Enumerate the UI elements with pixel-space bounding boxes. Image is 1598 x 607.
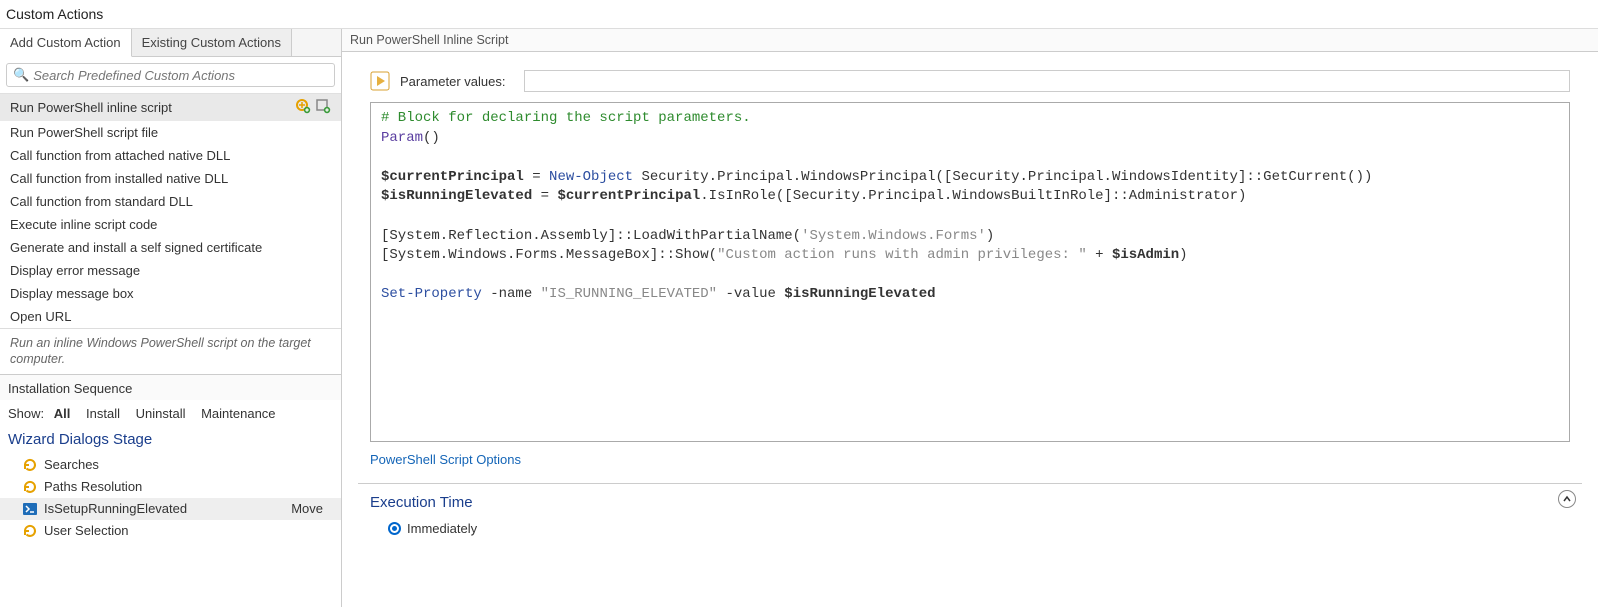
sequence-tree: Searches Paths Resolution IsSetupRunning… — [0, 454, 341, 546]
left-panel: Add Custom Action Existing Custom Action… — [0, 29, 342, 607]
list-item-label: Execute inline script code — [10, 217, 157, 232]
list-item[interactable]: Run PowerShell inline script — [0, 94, 341, 121]
tab-add-custom-action[interactable]: Add Custom Action — [0, 29, 132, 57]
filter-all[interactable]: All — [54, 406, 71, 421]
add-sequence-icon[interactable] — [295, 98, 311, 117]
list-item[interactable]: Run PowerShell script file — [0, 121, 341, 144]
action-list[interactable]: Run PowerShell inline script Run PowerSh… — [0, 93, 341, 328]
code-text: = — [532, 188, 557, 204]
code-var: $currentPrincipal — [381, 169, 524, 185]
search-input[interactable] — [33, 68, 328, 83]
code-text: [System.Reflection.Assembly]::LoadWithPa… — [381, 228, 801, 244]
parameter-values-label: Parameter values: — [400, 74, 506, 89]
list-item[interactable]: Execute inline script code — [0, 213, 341, 236]
code-var: $currentPrincipal — [557, 188, 700, 204]
tab-existing-custom-actions[interactable]: Existing Custom Actions — [132, 29, 292, 56]
code-cmdlet: Set-Property — [381, 286, 482, 302]
installation-sequence-header: Installation Sequence — [0, 374, 341, 400]
list-item-label: Display message box — [10, 286, 134, 301]
code-text: .IsInRole([Security.Principal.WindowsBui… — [700, 188, 1246, 204]
execution-time-title: Execution Time — [370, 494, 1570, 511]
sequence-filter: Show: All Install Uninstall Maintenance — [0, 400, 341, 427]
code-text: [System.Windows.Forms.MessageBox]::Show( — [381, 247, 717, 263]
code-string: "Custom action runs with admin privilege… — [717, 247, 1087, 263]
code-text: -name — [482, 286, 541, 302]
list-item[interactable]: Generate and install a self signed certi… — [0, 236, 341, 259]
tree-item-paths[interactable]: Paths Resolution — [0, 476, 341, 498]
list-item-label: Open URL — [10, 309, 71, 324]
list-item[interactable]: Call function from installed native DLL — [0, 167, 341, 190]
code-text: Security.Principal.WindowsPrincipal([Sec… — [633, 169, 1372, 185]
collapse-icon[interactable] — [1558, 490, 1576, 508]
code-string: "IS_RUNNING_ELEVATED" — [541, 286, 717, 302]
code-var: $isRunningElevated — [381, 188, 532, 204]
refresh-icon — [22, 479, 38, 495]
code-comment: # Block for declaring the script paramet… — [381, 110, 751, 126]
filter-uninstall[interactable]: Uninstall — [136, 406, 186, 421]
list-item-label: Call function from installed native DLL — [10, 171, 228, 186]
code-var: $isAdmin — [1112, 247, 1179, 263]
tree-item-label: Searches — [44, 457, 99, 472]
tree-item-user-selection[interactable]: User Selection — [0, 520, 341, 542]
refresh-icon — [22, 457, 38, 473]
radio-label: Immediately — [407, 521, 477, 536]
code-text: + — [1087, 247, 1112, 263]
code-string: 'System.Windows.Forms' — [801, 228, 986, 244]
filter-install[interactable]: Install — [86, 406, 120, 421]
code-text: -value — [717, 286, 784, 302]
stage-title: Wizard Dialogs Stage — [0, 427, 341, 454]
list-item[interactable]: Display error message — [0, 259, 341, 282]
radio-immediately[interactable]: Immediately — [370, 521, 1570, 536]
page-title: Custom Actions — [0, 0, 1598, 29]
refresh-icon — [22, 523, 38, 539]
list-item[interactable]: Display message box — [0, 282, 341, 305]
list-item-label: Run PowerShell inline script — [10, 100, 172, 115]
code-cmdlet: New-Object — [549, 169, 633, 185]
parameter-values-input[interactable] — [524, 70, 1571, 92]
powershell-script-options-link[interactable]: PowerShell Script Options — [342, 442, 1598, 475]
editor-tab-title: Run PowerShell Inline Script — [342, 29, 1598, 52]
list-item-label: Display error message — [10, 263, 140, 278]
code-text: ) — [1179, 247, 1187, 263]
list-item-label: Run PowerShell script file — [10, 125, 158, 140]
tree-item-label: IsSetupRunningElevated — [44, 501, 187, 516]
search-icon: 🔍 — [13, 67, 29, 83]
show-label: Show: — [8, 406, 44, 421]
code-text: ) — [986, 228, 994, 244]
left-tabs: Add Custom Action Existing Custom Action… — [0, 29, 341, 57]
tree-item-searches[interactable]: Searches — [0, 454, 341, 476]
action-description: Run an inline Windows PowerShell script … — [0, 328, 341, 374]
code-var: $isRunningElevated — [784, 286, 935, 302]
run-icon[interactable] — [370, 71, 390, 91]
code-keyword: Param — [381, 130, 423, 146]
tree-item-issetuprunningelevated[interactable]: IsSetupRunningElevated Move — [0, 498, 341, 520]
add-no-sequence-icon[interactable] — [315, 98, 331, 117]
list-item-label: Generate and install a self signed certi… — [10, 240, 262, 255]
code-text: = — [524, 169, 549, 185]
tree-item-label: Paths Resolution — [44, 479, 142, 494]
list-item[interactable]: Call function from standard DLL — [0, 190, 341, 213]
powershell-icon — [22, 501, 38, 517]
radio-dot-icon — [388, 522, 401, 535]
list-item-label: Call function from attached native DLL — [10, 148, 230, 163]
script-editor[interactable]: # Block for declaring the script paramet… — [370, 102, 1570, 442]
tree-item-label: User Selection — [44, 523, 129, 538]
search-input-wrap[interactable]: 🔍 — [6, 63, 335, 87]
code-text: () — [423, 130, 440, 146]
move-button[interactable]: Move — [291, 501, 331, 516]
execution-time-section: Execution Time Immediately — [358, 483, 1582, 536]
list-item[interactable]: Open URL — [0, 305, 341, 328]
list-item-label: Call function from standard DLL — [10, 194, 193, 209]
list-item[interactable]: Call function from attached native DLL — [0, 144, 341, 167]
filter-maintenance[interactable]: Maintenance — [201, 406, 275, 421]
right-panel: Run PowerShell Inline Script Parameter v… — [342, 29, 1598, 607]
